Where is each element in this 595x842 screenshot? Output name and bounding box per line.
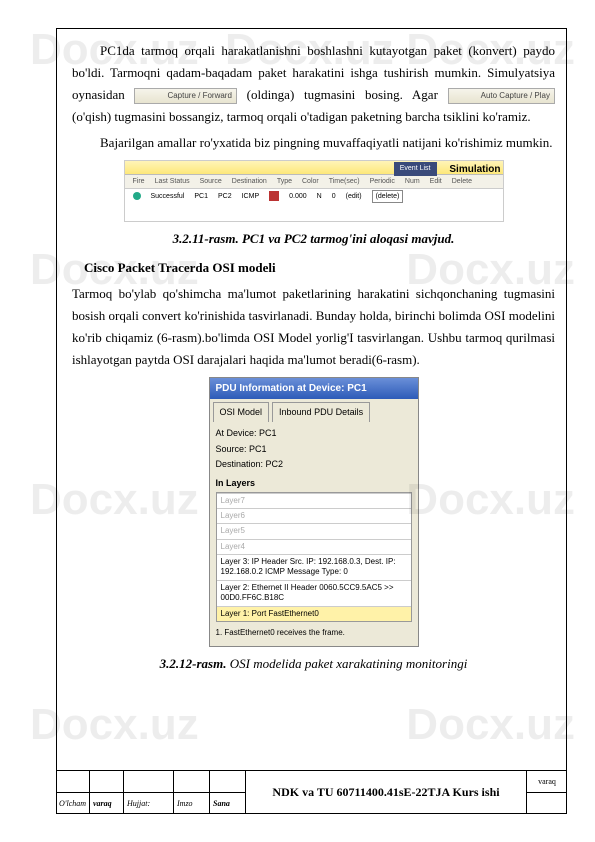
cell-source: PC1 [194,191,208,203]
figure-caption-1: 3.2.11-rasm. PC1 va PC2 tarmog'ini aloqa… [72,228,555,250]
tb-varaq: varaq [90,793,124,814]
simulation-data-row: Successful PC1 PC2 ICMP 0.000 N 0 (edit)… [125,189,503,203]
cell-type: ICMP [242,191,260,203]
cell-status: Successful [151,191,185,203]
tb-hujjat: Hujjat: [124,793,174,814]
layer-5: Layer5 [217,523,411,538]
tb-right-label: varaq [527,771,567,793]
inbound-pdu-tab[interactable]: Inbound PDU Details [272,402,370,422]
delete-button[interactable]: (delete) [372,190,404,204]
tb-right-empty [527,793,567,814]
layer-6: Layer6 [217,508,411,523]
col-type: Type [277,176,292,188]
pdu-footer-text: 1. FastEthernet0 receives the frame. [216,626,412,640]
text: (oldinga) tugmasini bosing. Agar [247,87,448,102]
pdu-information-panel: PDU Information at Device: PC1 OSI Model… [209,377,419,647]
layer-1[interactable]: Layer 1: Port FastEthernet0 [217,606,411,621]
title-block: O'lcham varaq Hujjat: Imzo Sana NDK va T… [56,770,567,814]
cell-num: 0 [332,191,336,203]
cell-edit[interactable]: (edit) [346,191,362,203]
event-list-tab[interactable]: Event List [394,162,437,176]
pdu-title-bar: PDU Information at Device: PC1 [210,378,418,399]
layer-7: Layer7 [217,493,411,508]
caption-number: 3.2.11-rasm. [173,231,239,246]
paragraph-1: PC1da tarmoq orqali harakatlanishni bosh… [72,40,555,128]
simulation-header-row: Fire Last Status Source Destination Type… [125,175,503,189]
in-layers-label: In Layers [216,476,412,491]
col-num: Num [405,176,420,188]
caption-number: 3.2.12-rasm. [160,656,227,671]
pdu-source: Source: PC1 [216,442,412,457]
cell-periodic: N [317,191,322,203]
col-fire: Fire [133,176,145,188]
figure-caption-2: 3.2.12-rasm. OSI modelida paket xarakati… [72,653,555,675]
caption-text: OSI modelida paket xarakatining monitori… [226,656,467,671]
subheading: Cisco Packet Tracerda OSI modeli [84,257,555,279]
osi-layers: Layer7 Layer6 Layer5 Layer4 Layer 3: IP … [216,492,412,623]
tb-imzo: Imzo [174,793,210,814]
tb-olcham: O'lcham [56,793,90,814]
simulation-screenshot: Event List Simulation Fire Last Status S… [124,160,504,222]
layer-2: Layer 2: Ethernet II Header 0060.5CC9.5A… [217,580,411,606]
pdu-at-device: At Device: PC1 [216,426,412,441]
paragraph-3: Tarmoq bo'ylab qo'shimcha ma'lumot paket… [72,283,555,371]
layer-4: Layer4 [217,539,411,554]
osi-model-tab[interactable]: OSI Model [213,402,270,422]
text: (o'qish) tugmasini bossangiz, tarmoq orq… [72,109,531,124]
simulation-tab[interactable]: Simulation [449,161,500,178]
capture-forward-button[interactable]: Capture / Forward [134,88,236,104]
layer-3: Layer 3: IP Header Src. IP: 192.168.0.3,… [217,554,411,580]
title-block-main: NDK va TU 60711400.41sE-22TJA Kurs ishi [246,771,527,814]
pdu-destination: Destination: PC2 [216,457,412,472]
col-edit: Edit [430,176,442,188]
caption-text: PC1 va PC2 tarmog'ini aloqasi mavjud. [239,231,455,246]
document-content: PC1da tarmoq orqali harakatlanishni bosh… [72,40,555,681]
cell-time: 0.000 [289,191,307,203]
auto-capture-play-button[interactable]: Auto Capture / Play [448,88,555,104]
tb-sana: Sana [210,793,245,814]
col-status: Last Status [155,176,190,188]
cell-dest: PC2 [218,191,232,203]
col-color: Color [302,176,319,188]
paragraph-2: Bajarilgan amallar ro'yxatida biz pingni… [72,132,555,154]
col-source: Source [200,176,222,188]
color-swatch-icon [269,191,279,201]
col-time: Time(sec) [329,176,360,188]
col-periodic: Periodic [370,176,395,188]
col-dest: Destination [232,176,267,188]
fire-indicator-icon [133,192,141,200]
